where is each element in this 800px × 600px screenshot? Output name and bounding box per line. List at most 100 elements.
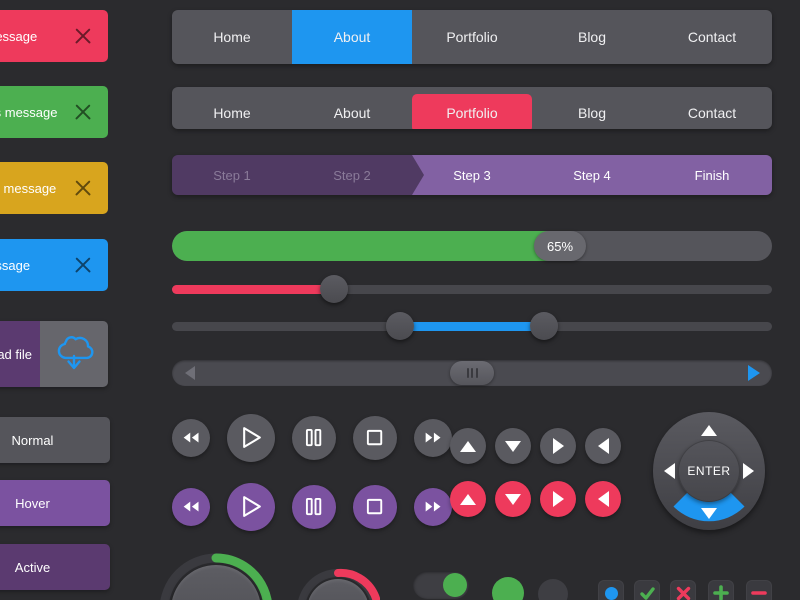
close-icon[interactable] <box>72 101 94 123</box>
close-icon[interactable] <box>72 25 94 47</box>
arrow-right-icon <box>553 491 564 507</box>
stop-button[interactable] <box>353 416 397 460</box>
play-icon <box>240 425 263 450</box>
slider-fill <box>172 285 334 294</box>
toggle-knob[interactable] <box>443 573 467 597</box>
plus-icon[interactable] <box>708 580 734 600</box>
slider-single-track[interactable] <box>172 285 772 294</box>
pause-button[interactable] <box>292 485 336 529</box>
nav-item-about[interactable]: About <box>292 10 412 64</box>
fast-forward-icon <box>424 431 442 444</box>
slider-handle-high[interactable] <box>530 312 558 340</box>
play-button[interactable] <box>227 483 275 531</box>
alert-success[interactable]: Success message <box>0 86 108 138</box>
arrow-left-button[interactable] <box>585 481 621 517</box>
check-icon[interactable] <box>634 580 660 600</box>
navbar-secondary: Home About Portfolio Blog Contact <box>172 87 772 129</box>
nav-item-home[interactable]: Home <box>172 94 292 129</box>
step-label: Step 4 <box>573 168 611 183</box>
toggle-switch[interactable] <box>413 571 469 599</box>
button-normal[interactable]: Normal <box>0 417 110 463</box>
caret-right-icon[interactable] <box>736 360 772 386</box>
nav-item-contact[interactable]: Contact <box>652 94 772 129</box>
stop-icon <box>365 497 384 516</box>
arrow-down-button[interactable] <box>495 428 531 464</box>
nav-item-home[interactable]: Home <box>172 10 292 64</box>
arrow-right-button[interactable] <box>540 481 576 517</box>
slider-range-track[interactable] <box>172 322 772 331</box>
fast-forward-button[interactable] <box>414 419 452 457</box>
slider-handle-low[interactable] <box>386 312 414 340</box>
rewind-button[interactable] <box>172 488 210 526</box>
download-split-button[interactable]: Download file <box>0 321 108 387</box>
arrow-down-icon <box>505 494 521 505</box>
arrow-down-icon[interactable] <box>701 508 717 519</box>
nav-item-contact[interactable]: Contact <box>652 10 772 64</box>
pause-button[interactable] <box>292 416 336 460</box>
dpad-control[interactable]: ENTER <box>653 412 765 530</box>
step-label: Step 2 <box>333 168 371 183</box>
radio-dot-icon[interactable] <box>598 580 624 600</box>
volume-knob[interactable] <box>158 552 274 600</box>
nav-label: Contact <box>688 105 736 121</box>
chevron-right-icon <box>412 155 424 195</box>
cloud-download-icon[interactable] <box>40 321 108 387</box>
horizontal-scrollbar[interactable] <box>172 360 772 386</box>
nav-item-blog[interactable]: Blog <box>532 10 652 64</box>
nav-label: About <box>334 105 371 121</box>
balance-knob[interactable] <box>296 568 380 600</box>
stop-icon <box>365 428 384 447</box>
ui-kit-canvas: Error message Success message Warning me… <box>0 0 800 600</box>
dpad-enter-button[interactable]: ENTER <box>678 440 740 502</box>
alert-warning[interactable]: Warning message <box>0 162 108 214</box>
arrow-left-button[interactable] <box>585 428 621 464</box>
fast-forward-icon <box>424 500 442 513</box>
nav-item-portfolio[interactable]: Portfolio <box>412 10 532 64</box>
arrow-up-icon <box>460 441 476 452</box>
arrow-right-button[interactable] <box>540 428 576 464</box>
arrow-up-icon[interactable] <box>701 425 717 436</box>
fast-forward-button[interactable] <box>414 488 452 526</box>
close-icon[interactable] <box>72 177 94 199</box>
nav-label: Home <box>213 105 250 121</box>
button-active[interactable]: Active <box>0 544 110 590</box>
close-icon[interactable] <box>72 254 94 276</box>
slider-handle[interactable] <box>320 275 348 303</box>
alert-error[interactable]: Error message <box>0 10 108 62</box>
nav-item-blog[interactable]: Blog <box>532 94 652 129</box>
play-button[interactable] <box>227 414 275 462</box>
progress-bar <box>172 231 772 261</box>
step-item-2[interactable]: Step 2 <box>292 155 412 195</box>
arrow-up-button[interactable] <box>450 481 486 517</box>
nav-item-portfolio[interactable]: Portfolio <box>412 94 532 129</box>
pause-icon <box>305 428 322 447</box>
nav-item-about[interactable]: About <box>292 94 412 129</box>
rewind-button[interactable] <box>172 419 210 457</box>
minus-icon[interactable] <box>746 580 772 600</box>
step-breadcrumb: Step 1 Step 2 Step 3 Step 4 Finish <box>172 155 772 195</box>
nav-label: Home <box>213 29 250 45</box>
step-item-3[interactable]: Step 3 <box>412 155 532 195</box>
nav-label: About <box>334 29 371 45</box>
arrow-up-button[interactable] <box>450 428 486 464</box>
arrow-down-button[interactable] <box>495 481 531 517</box>
alert-message: Info message <box>0 258 72 273</box>
button-hover[interactable]: Hover <box>0 480 110 526</box>
button-label: Active <box>15 560 50 575</box>
step-item-1[interactable]: Step 1 <box>172 155 292 195</box>
slider-range-fill <box>400 322 544 331</box>
caret-left-icon[interactable] <box>172 360 208 386</box>
scrollbar-thumb[interactable] <box>450 361 494 385</box>
alert-info[interactable]: Info message <box>0 239 108 291</box>
arrow-right-icon[interactable] <box>743 463 754 479</box>
dpad-enter-label: ENTER <box>687 464 730 478</box>
stop-button[interactable] <box>353 485 397 529</box>
arrow-left-icon[interactable] <box>664 463 675 479</box>
radio-button-selected[interactable] <box>492 577 524 600</box>
arrow-left-icon <box>598 438 609 454</box>
cross-icon[interactable] <box>670 580 696 600</box>
step-item-4[interactable]: Step 4 <box>532 155 652 195</box>
step-item-finish[interactable]: Finish <box>652 155 772 195</box>
grip-line <box>476 368 478 378</box>
radio-button-unselected[interactable] <box>538 579 568 600</box>
